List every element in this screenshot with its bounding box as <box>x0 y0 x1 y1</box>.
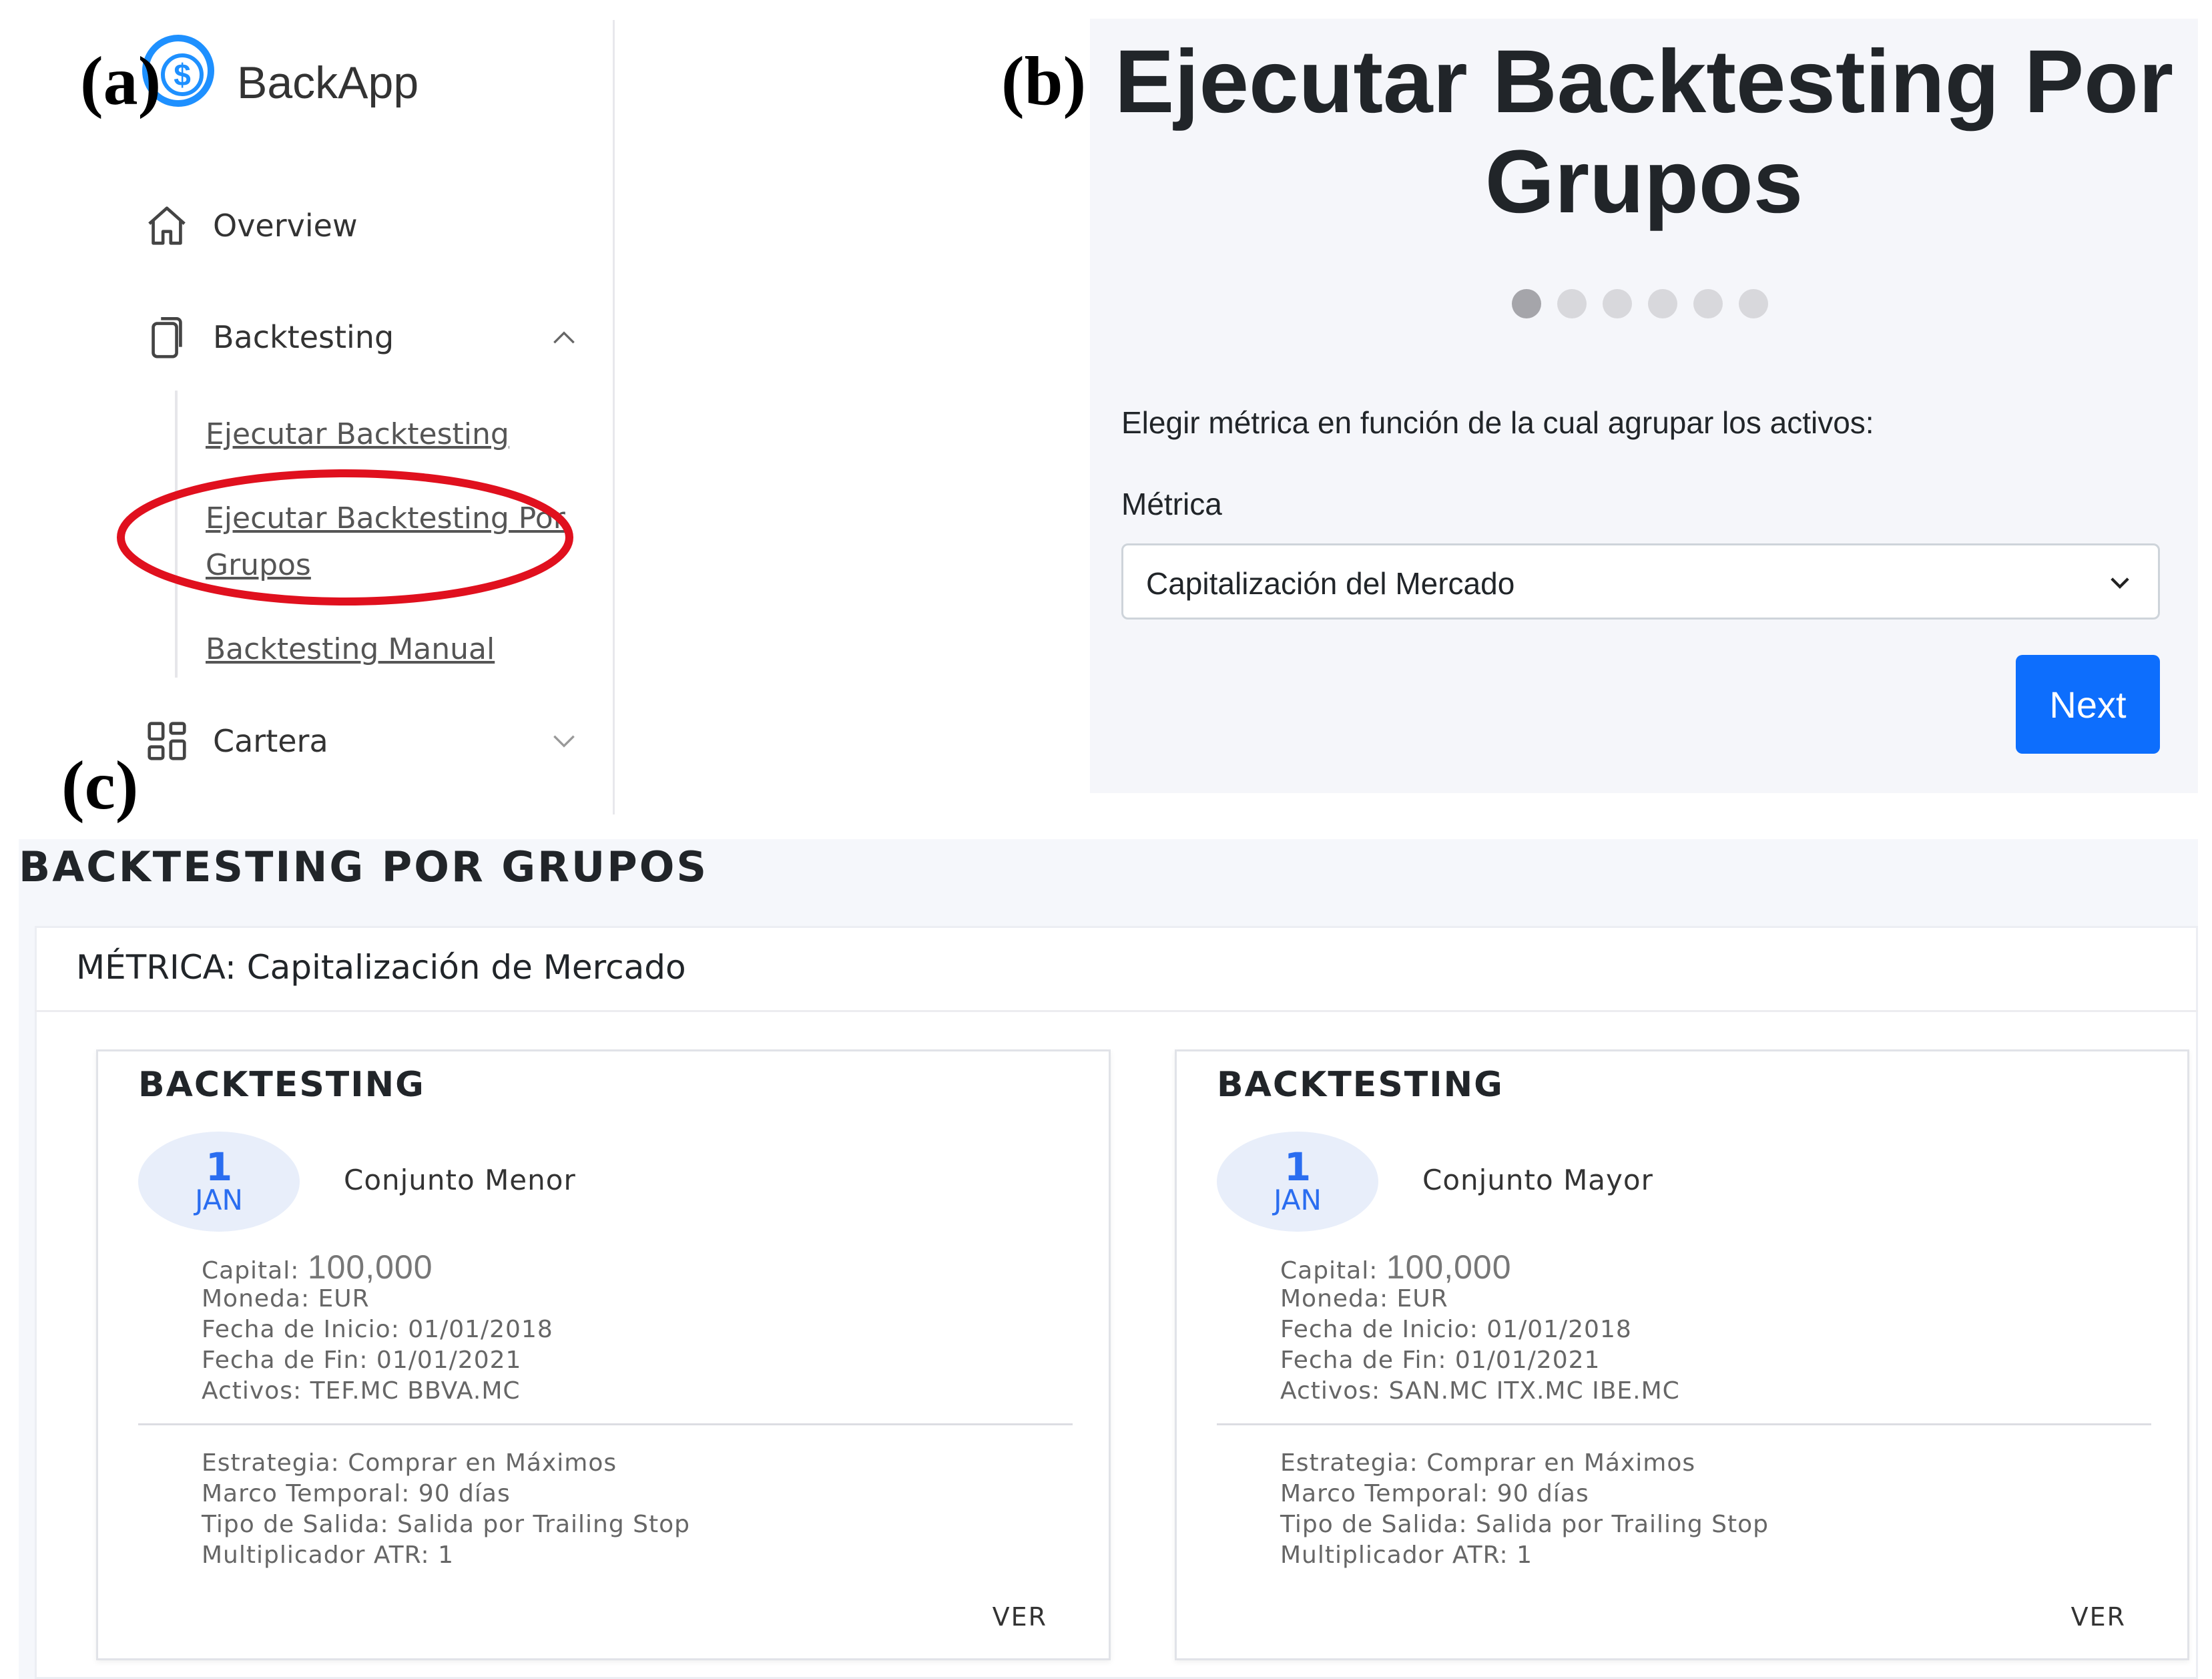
multiplicador-atr-line: Multiplicador ATR: 1 <box>202 1541 455 1569</box>
chevron-down-icon[interactable] <box>549 726 579 756</box>
sidebar-item-label: Backtesting <box>213 319 394 355</box>
card-divider <box>1217 1423 2151 1425</box>
date-month: JAN <box>1274 1184 1322 1216</box>
fecha-inicio-line: Fecha de Inicio: 01/01/2018 <box>202 1316 553 1343</box>
estrategia-line: Estrategia: Comprar en Máximos <box>1280 1449 1696 1477</box>
date-day: 1 <box>205 1144 233 1190</box>
sidebar-item-label: Cartera <box>213 723 328 759</box>
panel-label-a: (a) <box>80 43 162 119</box>
step-dot[interactable] <box>1603 289 1632 318</box>
date-badge: 1 JAN <box>1217 1132 1378 1232</box>
copy-icon <box>152 316 182 358</box>
tipo-salida-line: Tipo de Salida: Salida por Trailing Stop <box>1280 1511 1769 1538</box>
panel-label-b: (b) <box>1001 43 1087 119</box>
sidebar-panel: $ BackApp Overview Backtesting Ejecutar … <box>0 0 615 818</box>
wizard-prompt: Elegir métrica en función de la cual agr… <box>1121 405 1874 440</box>
date-month: JAN <box>195 1184 243 1216</box>
metric-select-value: Capitalización del Mercado <box>1146 566 1515 601</box>
capital-value: 100,000 <box>1386 1248 1512 1286</box>
step-dot[interactable] <box>1557 289 1587 318</box>
chevron-down-icon <box>2111 577 2129 589</box>
sidebar-item-label: Overview <box>213 208 358 244</box>
fecha-fin-line: Fecha de Fin: 01/01/2021 <box>1280 1347 1601 1374</box>
card-divider <box>138 1423 1073 1425</box>
page-title: BACKTESTING POR GRUPOS <box>19 843 709 891</box>
activos-line: Activos: TEF.MC BBVA.MC <box>202 1377 521 1405</box>
wizard-panel: Ejecutar Backtesting Por Grupos Elegir m… <box>1090 19 2198 793</box>
card-title: BACKTESTING <box>138 1065 425 1105</box>
fecha-inicio-line: Fecha de Inicio: 01/01/2018 <box>1280 1316 1632 1343</box>
metric-line: MÉTRICA: Capitalización de Mercado <box>76 948 686 987</box>
logo-glyph: $ <box>161 53 204 96</box>
capital-line: Capital: 100,000 <box>202 1250 433 1286</box>
date-badge: 1 JAN <box>138 1132 300 1232</box>
sidebar-item-backtesting[interactable]: Backtesting <box>144 314 394 361</box>
fecha-fin-line: Fecha de Fin: 01/01/2021 <box>202 1347 522 1374</box>
date-day: 1 <box>1284 1144 1312 1190</box>
card-title: BACKTESTING <box>1217 1065 1504 1105</box>
grid-icon <box>148 722 186 760</box>
marco-temporal-line: Marco Temporal: 90 días <box>1280 1480 1589 1507</box>
next-button[interactable]: Next <box>2016 655 2160 754</box>
moneda-line: Moneda: EUR <box>202 1285 370 1312</box>
estrategia-line: Estrategia: Comprar en Máximos <box>202 1449 617 1477</box>
sidebar-item-cartera[interactable]: Cartera <box>144 718 328 764</box>
card-name: Conjunto Mayor <box>1422 1164 1653 1196</box>
metric-field-label: Métrica <box>1121 487 1222 521</box>
backtest-card: BACKTESTING 1 JAN Conjunto Mayor Capital… <box>1175 1049 2189 1660</box>
subnav-backtesting-manual[interactable]: Backtesting Manual <box>206 626 495 673</box>
capital-line: Capital: 100,000 <box>1280 1250 1512 1286</box>
divider <box>35 1010 2198 1012</box>
sidebar-divider <box>613 20 615 814</box>
ver-link[interactable]: VER <box>993 1602 1047 1632</box>
capital-value: 100,000 <box>307 1248 433 1286</box>
activos-line: Activos: SAN.MC ITX.MC IBE.MC <box>1280 1377 1680 1405</box>
marco-temporal-line: Marco Temporal: 90 días <box>202 1480 511 1507</box>
backtest-card: BACKTESTING 1 JAN Conjunto Menor Capital… <box>96 1049 1111 1660</box>
highlight-ellipse <box>117 469 573 606</box>
sidebar-item-overview[interactable]: Overview <box>144 202 358 249</box>
step-dot[interactable] <box>1648 289 1677 318</box>
step-dot[interactable] <box>1512 289 1541 318</box>
metric-select[interactable]: Capitalización del Mercado <box>1121 543 2160 620</box>
ver-link[interactable]: VER <box>2071 1602 2126 1632</box>
moneda-line: Moneda: EUR <box>1280 1285 1448 1312</box>
wizard-title: Ejecutar Backtesting Por Grupos <box>1114 32 2174 232</box>
card-name: Conjunto Menor <box>344 1164 576 1196</box>
capital-label: Capital: <box>202 1257 300 1284</box>
step-dot[interactable] <box>1693 289 1723 318</box>
multiplicador-atr-line: Multiplicador ATR: 1 <box>1280 1541 1533 1569</box>
capital-label: Capital: <box>1280 1257 1378 1284</box>
panel-label-c: (c) <box>61 747 139 824</box>
step-dot[interactable] <box>1739 289 1768 318</box>
subnav-ejecutar-backtesting[interactable]: Ejecutar Backtesting <box>206 411 509 458</box>
step-indicator <box>1512 289 1784 318</box>
brand-name[interactable]: BackApp <box>237 60 419 105</box>
tipo-salida-line: Tipo de Salida: Salida por Trailing Stop <box>202 1511 690 1538</box>
home-icon <box>148 206 186 245</box>
chevron-up-icon[interactable] <box>549 323 579 352</box>
